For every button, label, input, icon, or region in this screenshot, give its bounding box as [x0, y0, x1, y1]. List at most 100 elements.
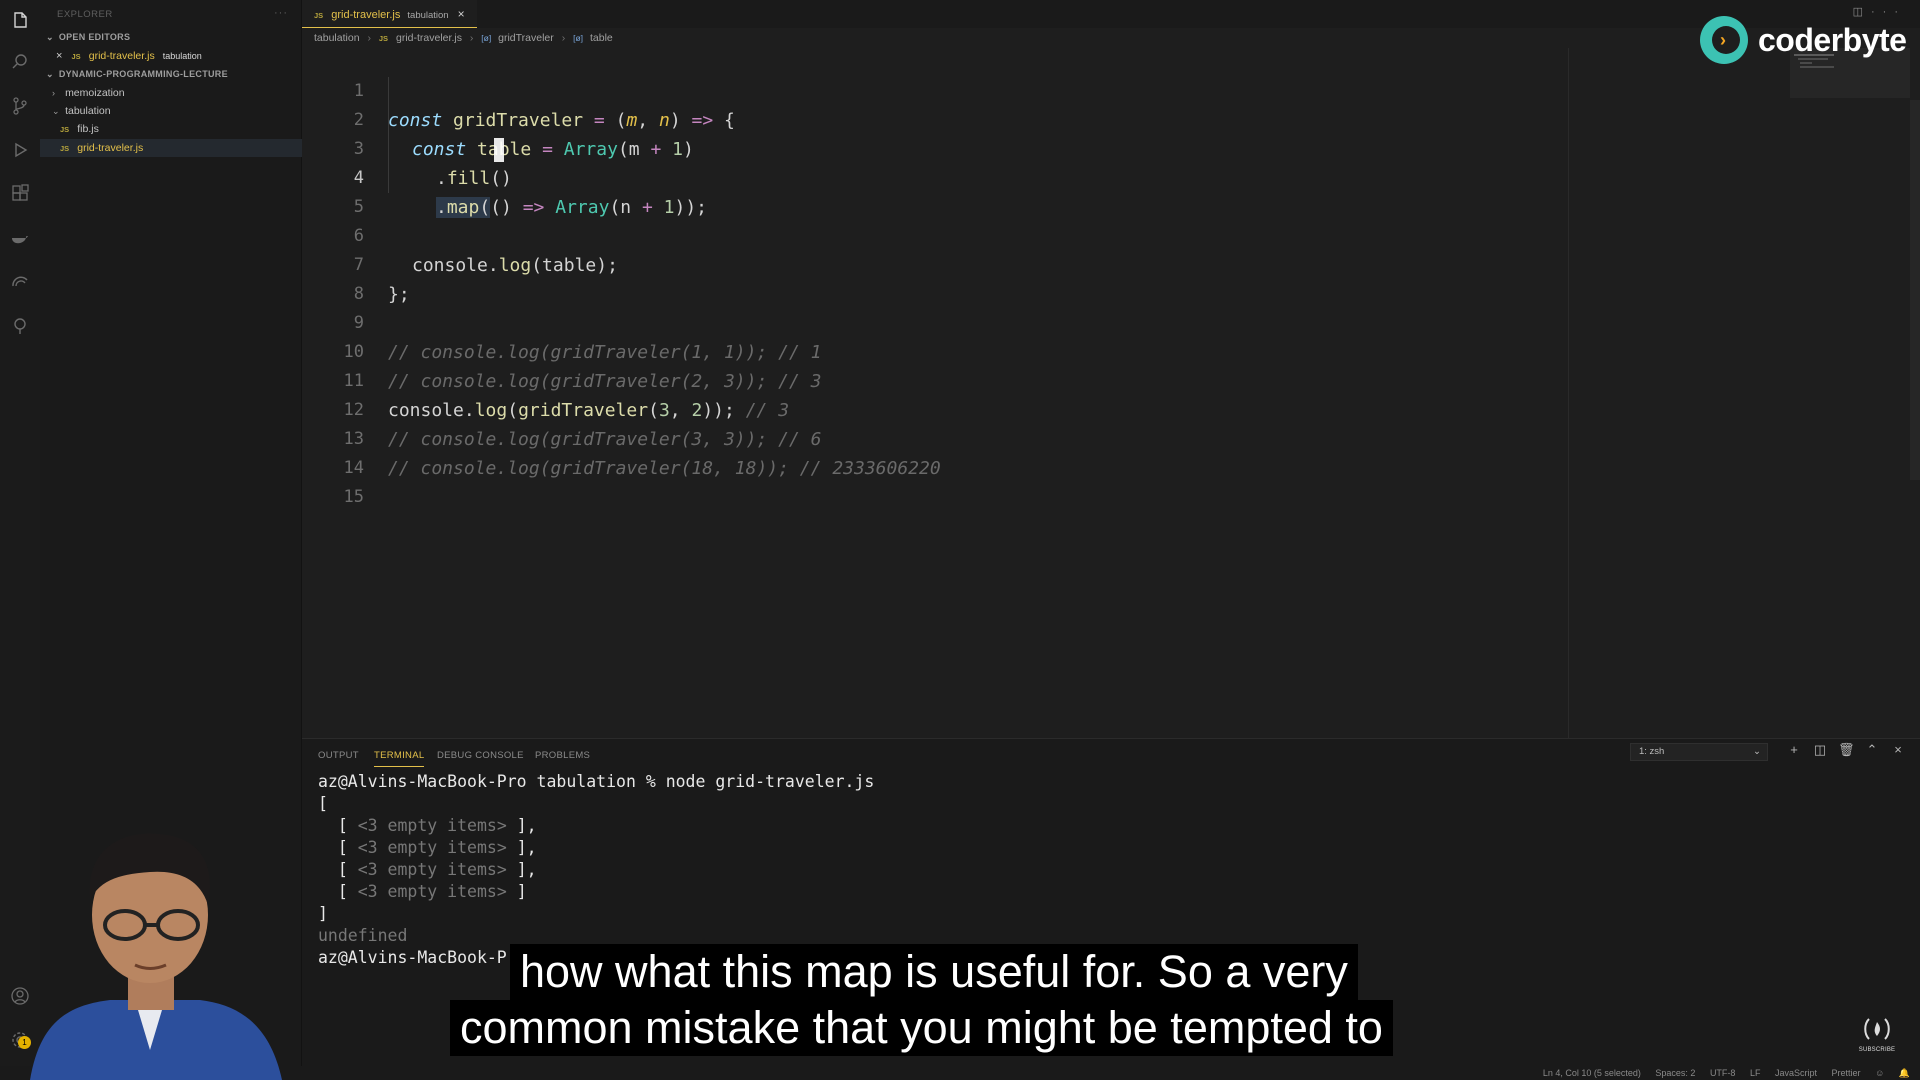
close-panel-icon[interactable]: × [1890, 742, 1906, 758]
variable-symbol-icon: [ø] [481, 33, 492, 43]
new-terminal-icon[interactable]: + [1786, 742, 1802, 758]
maximize-panel-icon[interactable]: ⌃ [1864, 742, 1880, 758]
chevron-down-icon: ⌄ [1753, 746, 1761, 757]
subscribe-watermark: SUBSCRIBE [1857, 1016, 1897, 1056]
close-icon[interactable]: × [458, 7, 465, 21]
tab-label: grid-traveler.js [331, 9, 401, 21]
js-file-icon: JS [71, 52, 81, 61]
caption-line-1: how what this map is useful for. So a ve… [510, 944, 1358, 1000]
folder-item-tabulation[interactable]: ⌄ tabulation [40, 102, 302, 120]
terminal-text: <3 empty items> [357, 838, 507, 857]
status-encoding[interactable]: UTF-8 [1710, 1068, 1736, 1078]
tab-grid-traveler[interactable]: JS grid-traveler.js tabulation × [302, 0, 477, 28]
docker-icon[interactable] [8, 226, 32, 250]
file-label: fib.js [77, 123, 99, 135]
terminal-text: ], [506, 816, 537, 835]
split-terminal-icon[interactable]: ◫ [1812, 742, 1828, 758]
caption-line-2: common mistake that you might be tempted… [450, 1000, 1393, 1056]
open-editors-header[interactable]: ⌄ OPEN EDITORS [40, 28, 302, 46]
folder-label: memoization [65, 87, 125, 99]
terminal-line: [ <3 empty items> ], [318, 815, 874, 837]
file-label: grid-traveler.js [77, 142, 144, 154]
terminal-command: node grid-traveler.js [665, 772, 875, 791]
terminal-text: <3 empty items> [357, 882, 507, 901]
text-cursor [494, 138, 504, 162]
code-text: const table = Array(m + 1) [412, 139, 694, 160]
explorer-icon[interactable] [8, 8, 32, 32]
terminal-text: [ [318, 838, 358, 857]
js-file-icon: JS [60, 144, 70, 153]
live-share-icon[interactable] [8, 314, 32, 338]
terminal-select[interactable]: 1: zsh ⌄ [1630, 743, 1768, 761]
code-comment: // console.log(gridTraveler(1, 1)); // 1 [388, 342, 822, 363]
chevron-right-icon: › [469, 32, 474, 44]
terminal-text: [ [318, 860, 358, 879]
file-item-fib[interactable]: JS fib.js [40, 120, 302, 138]
terminal-output[interactable]: az@Alvins-MacBook-Pro tabulation % node … [318, 771, 874, 969]
code-line: 12 // console.log(gridTraveler(3, 3)); /… [302, 367, 822, 450]
terminal-text: ], [506, 838, 537, 857]
terminal-text: <3 empty items> [357, 860, 507, 879]
tab-terminal[interactable]: TERMINAL [374, 745, 425, 767]
breadcrumb-function[interactable]: gridTraveler [498, 32, 554, 44]
file-item-grid-traveler[interactable]: JS grid-traveler.js [40, 139, 302, 157]
extensions-icon[interactable] [8, 182, 32, 206]
code-line: 13 // console.log(gridTraveler(18, 18));… [302, 396, 941, 479]
chevron-right-icon: › [561, 32, 566, 44]
open-editors-label: OPEN EDITORS [58, 32, 131, 42]
notifications-bell-icon[interactable]: 🔔 [1899, 1068, 1910, 1078]
close-icon[interactable]: × [56, 50, 62, 62]
terminal-line: ] [318, 904, 328, 923]
feedback-icon[interactable]: ☺ [1875, 1068, 1884, 1078]
indent-guide [388, 77, 389, 193]
editor-ruler [1568, 48, 1569, 738]
code-line: 5 [302, 164, 364, 217]
tab-debug-console[interactable]: DEBUG CONSOLE [437, 745, 524, 767]
remote-explorer-icon[interactable] [8, 270, 32, 294]
code-comment: // console.log(gridTraveler(18, 18)); //… [388, 458, 941, 479]
tab-problems[interactable]: PROBLEMS [535, 745, 590, 767]
code-line: 10 // console.log(gridTraveler(2, 3)); /… [302, 309, 822, 392]
chevron-down-icon: ⌄ [46, 69, 54, 79]
code-line: 3 .fill() [302, 106, 512, 189]
code-text: const gridTraveler = (m, n) => { [388, 110, 735, 131]
run-debug-icon[interactable] [8, 138, 32, 162]
status-indentation[interactable]: Spaces: 2 [1655, 1068, 1695, 1078]
code-text: console.log(gridTraveler(3, 2)); // 3 [388, 400, 790, 421]
code-line: 11 console.log(gridTraveler(3, 2)); // 3 [302, 338, 790, 421]
code-text: }; [388, 284, 410, 305]
terminal-text: ], [506, 860, 537, 879]
open-editor-item[interactable]: × JS grid-traveler.js tabulation [40, 47, 302, 65]
project-header[interactable]: ⌄ DYNAMIC-PROGRAMMING-LECTURE [40, 65, 302, 83]
tab-output[interactable]: OUTPUT [318, 745, 359, 767]
status-formatter[interactable]: Prettier [1832, 1068, 1861, 1078]
folder-item-memoization[interactable]: › memoization [40, 84, 302, 102]
js-file-icon: JS [60, 125, 70, 134]
terminal-line: [ <3 empty items> ], [318, 837, 874, 859]
chevron-right-icon: › [367, 32, 371, 44]
code-line: 14 [302, 425, 364, 478]
coderbyte-logo: › coderbyte [1700, 12, 1907, 68]
js-file-icon: JS [314, 11, 324, 20]
status-cursor-position[interactable]: Ln 4, Col 10 (5 selected) [1543, 1068, 1641, 1078]
folder-label: tabulation [65, 105, 111, 117]
terminal-line: [ [318, 794, 328, 813]
status-eol[interactable]: LF [1750, 1068, 1761, 1078]
terminal-prompt: az@Alvins-MacBook-Pro tabulation % [318, 772, 666, 791]
code-text: .map(() => Array(n + 1)); [436, 197, 707, 218]
terminal-select-value: 1: zsh [1639, 746, 1665, 757]
breadcrumb-variable[interactable]: table [590, 32, 613, 44]
trash-icon[interactable]: 🗑 [1838, 742, 1855, 758]
source-control-icon[interactable] [8, 94, 32, 118]
breadcrumb-folder[interactable]: tabulation [314, 32, 360, 44]
freecodecamp-icon [1864, 1018, 1890, 1040]
breadcrumb-file[interactable]: grid-traveler.js [396, 32, 462, 44]
explorer-more-actions[interactable]: ··· [274, 7, 288, 19]
status-language[interactable]: JavaScript [1775, 1068, 1817, 1078]
search-icon[interactable] [8, 50, 32, 74]
editor-scrollbar[interactable] [1910, 100, 1920, 480]
code-editor[interactable]: 1 const gridTraveler = (m, n) => { 2 con… [302, 48, 1920, 738]
terminal-line: [ <3 empty items> ], [318, 859, 874, 881]
line-number: 15 [343, 487, 364, 507]
code-line: 8 [302, 251, 364, 304]
